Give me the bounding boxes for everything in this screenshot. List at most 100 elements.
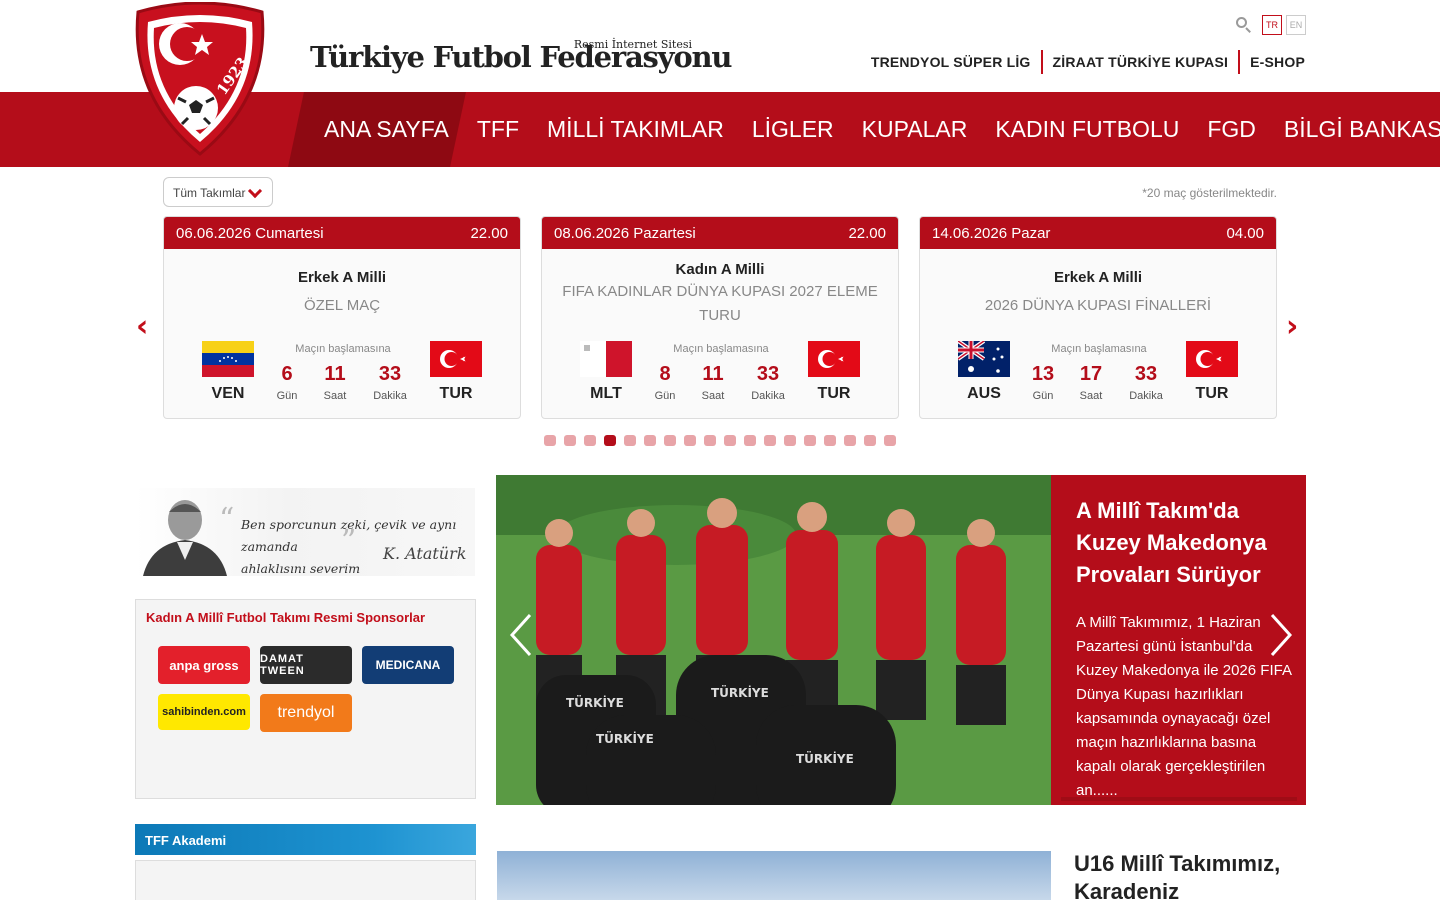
countdown-hours: 11 [324,363,346,385]
fixture-competition: ÖZEL MAÇ [303,297,381,314]
australia-flag-icon [958,341,1010,377]
countdown-minutes: 33 [756,363,780,385]
nav-ligler[interactable]: LİGLER [752,116,834,143]
away-team-code: TUR [817,385,851,402]
home-team-code: MLT [590,385,622,402]
quote-close-mark: ” [341,524,357,559]
news-title[interactable]: U16 Millî Takımımız, Karadeniz [1074,850,1306,900]
nav-kadin-futbolu[interactable]: KADIN FUTBOLU [995,116,1179,143]
pager-dot[interactable] [864,435,876,446]
fixture-team: Erkek A Milli [297,269,387,286]
tff-logo[interactable]: 1923 [130,2,270,160]
fixture-date: 14.06.2026 Pazar [932,225,1051,242]
pager-dot[interactable] [564,435,576,446]
headline-summary: A Millî Takımımız, 1 Haziran Pazartesi g… [1076,614,1292,799]
fixture-card[interactable]: 08.06.2026 Pazartesi 22.00 Kadın A Milli… [541,216,899,419]
pager-dot[interactable] [724,435,736,446]
pager-dot[interactable] [764,435,776,446]
fixture-team: Kadın A Milli [675,261,765,278]
pager-dot[interactable] [784,435,796,446]
slider-prev-arrow-icon[interactable] [508,613,534,657]
nav-milli-takimlar[interactable]: MİLLİ TAKIMLAR [547,116,724,143]
fixture-card[interactable]: 14.06.2026 Pazar 04.00 Erkek A Milli 202… [919,216,1277,419]
top-links: TRENDYOL SÜPER LİG ZİRAAT TÜRKİYE KUPASI… [861,50,1305,74]
sponsor-anpa-gross[interactable]: anpa gross [158,646,250,684]
tff-akademi-header[interactable]: TFF Akademi [135,824,476,855]
fixtures-next-arrow[interactable]: › [1286,309,1298,344]
tff-akademi-title: TFF Akademi [145,833,227,848]
pager-dot[interactable] [544,435,556,446]
away-team-code: TUR [1195,385,1229,402]
countdown-hours: 11 [702,363,724,385]
headline-title: A Millî Takım'da Kuzey Makedonya Provala… [1076,498,1267,587]
countdown-hours: 17 [1079,363,1103,385]
pager-dot[interactable] [644,435,656,446]
search-icon[interactable] [1234,15,1254,35]
brand-name: Türkiye Futbol Federasyonu [310,40,732,74]
ataturk-signature: K. Atatürk [383,544,467,563]
pager-dot[interactable] [624,435,636,446]
lang-en-button[interactable]: EN [1286,15,1306,35]
team-filter-select[interactable]: Tüm Takımlar [163,177,273,207]
fixture-date: 08.06.2026 Pazartesi [554,225,696,242]
header-tools: TR EN [1234,15,1306,35]
ataturk-portrait-image [143,500,227,576]
nav-fgd[interactable]: FGD [1207,116,1256,143]
slider-progress-bar [1061,797,1297,801]
svg-text:TÜRKİYE: TÜRKİYE [566,695,624,710]
headline-photo[interactable]: TÜRKİYE TÜRKİYE TÜRKİYE TÜRKİYE [496,475,1051,805]
pager-dot[interactable] [684,435,696,446]
pager-dot[interactable] [744,435,756,446]
tff-akademi-box [135,860,476,900]
countdown-days: 8 [659,363,671,385]
unit-minute: Dakika [1129,390,1163,402]
fixture-time: 22.00 [470,225,508,242]
sponsor-damat-tween[interactable]: DAMAT TWEEN [260,646,352,684]
countdown-days: 13 [1031,363,1055,385]
unit-minute: Dakika [751,390,785,402]
news-photo[interactable] [497,851,1051,900]
sponsor-medicana[interactable]: MEDICANA [362,646,454,684]
toplink-turkiye-kupasi[interactable]: ZİRAAT TÜRKİYE KUPASI [1043,54,1239,70]
pager-dot[interactable] [584,435,596,446]
nav-tff[interactable]: TFF [477,116,519,143]
pager-dot[interactable] [704,435,716,446]
countdown-label: Maçın başlamasına [295,343,391,355]
countdown-label: Maçın başlamasına [1051,343,1147,355]
svg-text:TÜRKİYE: TÜRKİYE [596,731,654,746]
nav-bilgi-bankasi[interactable]: BİLGİ BANKASI [1284,116,1440,143]
fixture-team: Erkek A Milli [1053,269,1143,286]
fixture-card[interactable]: 06.06.2026 Cumartesi 22.00 Erkek A Milli… [163,216,521,419]
sponsors-title: Kadın A Millî Futbol Takımı Resmi Sponso… [146,610,426,625]
nav-kupalar[interactable]: KUPALAR [862,116,968,143]
pager-dot[interactable] [604,435,616,446]
unit-hour: Saat [323,390,347,402]
fixture-competition: 2026 DÜNYA KUPASI FİNALLERİ [984,297,1212,314]
fixture-card-header: 14.06.2026 Pazar 04.00 [920,217,1276,249]
nav-ana-sayfa[interactable]: ANA SAYFA [324,116,449,143]
fixture-card-header: 06.06.2026 Cumartesi 22.00 [164,217,520,249]
fixtures-prev-arrow[interactable]: ‹ [136,309,148,344]
unit-day: Gün [654,390,676,402]
turkey-flag-icon [430,341,482,377]
fixture-count-note: *20 maç gösterilmektedir. [1142,186,1277,200]
pager-dot[interactable] [844,435,856,446]
pager-dot[interactable] [804,435,816,446]
fixture-competition: FIFA KADINLAR DÜNYA KUPASI 2027 ELEME TU… [562,283,878,324]
unit-day: Gün [1032,390,1054,402]
lang-tr-button[interactable]: TR [1262,15,1282,35]
turkey-flag-icon [1186,341,1238,377]
venezuela-flag-icon [202,341,254,377]
countdown-minutes: 33 [1134,363,1158,385]
brand-wordmark[interactable]: Resmi İnternet Sitesi Türkiye Futbol Fed… [310,38,732,82]
pager-dot[interactable] [664,435,676,446]
sponsor-sahibinden[interactable]: sahibinden.com [158,694,250,730]
turkey-flag-icon [808,341,860,377]
toplink-super-lig[interactable]: TRENDYOL SÜPER LİG [861,54,1041,70]
sponsor-trendyol[interactable]: trendyol [260,694,352,732]
pager-dot[interactable] [884,435,896,446]
toplink-eshop[interactable]: E-SHOP [1240,54,1305,70]
ataturk-quote-banner[interactable]: “ Ben sporcunun zeki, çevik ve aynı zama… [135,488,475,576]
slider-next-arrow-icon[interactable] [1268,613,1294,657]
pager-dot[interactable] [824,435,836,446]
